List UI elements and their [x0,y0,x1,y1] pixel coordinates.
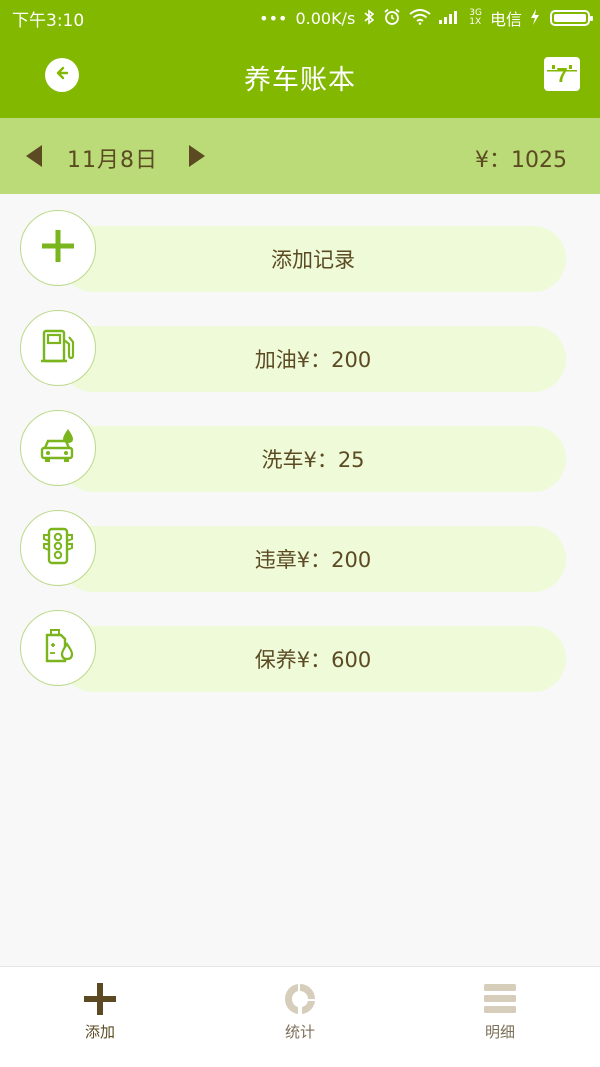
violation-record-item[interactable]: 违章¥：200 [60,526,566,592]
calendar-button[interactable]: 7 [544,57,580,91]
current-date: 11月8日 [67,148,158,173]
nav-label-detail: 明细 [484,1023,515,1041]
wash-icon-circle[interactable] [20,410,96,486]
maintenance-icon-circle[interactable] [20,610,96,686]
plus-icon [80,979,120,1019]
daily-total: ¥：1025 [475,148,567,173]
carrier-name: 电信 [489,10,522,29]
fuel-record-item[interactable]: 加油¥：200 [60,326,566,392]
calendar-icon [544,57,580,72]
violation-record-row[interactable]: 违章¥：200 [20,510,570,592]
maintenance-record-label: 保养¥：600 [254,648,372,672]
traffic-light-icon [38,526,78,570]
wifi-icon [409,8,431,28]
bottom-nav: 添加 统计 明细 [0,966,600,1067]
maintenance-record-row[interactable]: 保养¥：600 [20,610,570,692]
nav-tab-add[interactable]: 添加 [40,967,160,1067]
car-wash-icon [38,426,78,470]
status-indicators: ••• 0.00K/s 3G 1X 电信 [259,6,593,30]
bluetooth-icon [363,8,375,28]
back-arrow-icon [53,64,71,86]
fuel-record-row[interactable]: 加油¥：200 [20,310,570,392]
nav-tab-detail[interactable]: 明细 [440,967,560,1067]
wash-record-row[interactable]: 洗车¥：25 [20,410,570,492]
add-record-button[interactable]: 添加记录 [60,226,566,292]
back-button[interactable] [45,58,79,92]
fuel-record-label: 加油¥：200 [254,348,372,372]
calendar-day-number: 7 [556,65,568,87]
page-title: 养车账本 [244,64,356,96]
status-time: 下午3:10 [12,10,85,31]
violation-icon-circle[interactable] [20,510,96,586]
fuel-icon-circle[interactable] [20,310,96,386]
add-record-row[interactable]: 添加记录 [20,210,570,292]
wash-record-item[interactable]: 洗车¥：25 [60,426,566,492]
maintenance-record-item[interactable]: 保养¥：600 [60,626,566,692]
violation-record-label: 违章¥：200 [254,548,372,572]
oil-can-icon [38,626,78,670]
add-record-icon-circle[interactable] [20,210,96,286]
nav-label-add: 添加 [84,1023,115,1041]
nav-tab-stats[interactable]: 统计 [240,967,360,1067]
date-bar: 11月8日 ¥：1025 [0,118,600,194]
fuel-pump-icon [38,326,78,370]
nav-label-stats: 统计 [284,1023,315,1041]
charging-icon [530,8,540,28]
plus-icon [40,228,76,268]
signal-icon [439,10,461,27]
status-dots: ••• [259,8,288,28]
ring-chart-icon [280,979,320,1019]
wash-record-label: 洗车¥：25 [261,448,365,472]
status-bar: 下午3:10 ••• 0.00K/s 3G 1X 电信 [0,0,600,36]
network-type: 3G 1X [469,8,482,27]
prev-date-icon[interactable] [26,145,42,167]
app-bar: 养车账本 7 [0,36,600,118]
menu-lines-icon [480,979,520,1019]
network-speed: 0.00K/s [295,8,356,28]
battery-icon [550,10,593,26]
alarm-icon [383,8,401,29]
next-date-icon[interactable] [189,145,205,167]
add-record-label: 添加记录 [271,248,355,272]
